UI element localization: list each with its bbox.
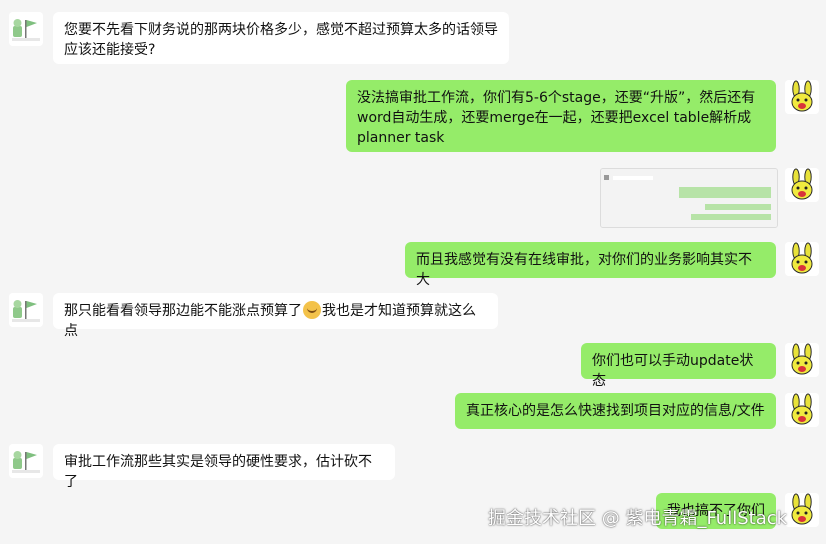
contact-avatar[interactable] xyxy=(9,293,43,327)
self-avatar[interactable] xyxy=(785,168,819,202)
self-avatar[interactable] xyxy=(785,393,819,427)
message-text: 审批工作流那些其实是领导的硬性要求，估计砍不了 xyxy=(64,454,372,490)
chat-screenshot-image xyxy=(601,169,777,227)
message-text-line: 应该还能接受? xyxy=(64,42,156,58)
message-text: 而且我感觉有没有在线审批，对你们的业务影响其实不大 xyxy=(416,252,752,288)
message-bubble-incoming[interactable]: 审批工作流那些其实是领导的硬性要求，估计砍不了 xyxy=(53,444,395,490)
message-text: 你们也可以手动update状态 xyxy=(592,353,754,389)
message-bubble-outgoing[interactable]: 你们也可以手动update状态 xyxy=(581,343,776,389)
contact-avatar[interactable] xyxy=(9,444,43,478)
rabbit-avatar-icon xyxy=(785,393,819,427)
flag-avatar-icon xyxy=(9,293,43,327)
self-avatar[interactable] xyxy=(785,493,819,527)
self-avatar[interactable] xyxy=(785,80,819,114)
message-text: 那只能看看领导那边能不能涨点预算了 xyxy=(64,303,302,319)
image-message-thumbnail[interactable] xyxy=(600,168,778,228)
message-bubble-outgoing[interactable]: 没法搞审批工作流，你们有5-6个stage，还要“升版”，然后还有 word自动… xyxy=(346,80,776,152)
message-bubble-incoming[interactable]: 您要不先看下财务说的那两块价格多少，感觉不超过预算太多的话领导 应该还能接受? xyxy=(53,12,509,64)
message-bubble-outgoing[interactable]: 而且我感觉有没有在线审批，对你们的业务影响其实不大 xyxy=(405,242,776,288)
message-text-line: word自动生成，还要merge在一起，还要把excel table解析成 xyxy=(357,110,752,126)
rabbit-avatar-icon xyxy=(785,242,819,276)
self-avatar[interactable] xyxy=(785,242,819,276)
message-bubble-outgoing[interactable]: 真正核心的是怎么快速找到项目对应的信息/文件 xyxy=(455,393,776,429)
rabbit-avatar-icon xyxy=(785,343,819,377)
message-text: 真正核心的是怎么快速找到项目对应的信息/文件 xyxy=(466,403,765,419)
rabbit-avatar-icon xyxy=(785,493,819,527)
message-text-line: planner task xyxy=(357,130,445,146)
message-text-line: 没法搞审批工作流，你们有5-6个stage，还要“升版”，然后还有 xyxy=(357,90,756,106)
message-text-line: 您要不先看下财务说的那两块价格多少，感觉不超过预算太多的话领导 xyxy=(64,22,498,38)
self-avatar[interactable] xyxy=(785,343,819,377)
facepalm-emoji-icon xyxy=(303,301,321,319)
rabbit-avatar-icon xyxy=(785,80,819,114)
watermark-text: 掘金技术社区 @ 紫电青霜_FullStack xyxy=(488,508,788,529)
rabbit-avatar-icon xyxy=(785,168,819,202)
flag-avatar-icon xyxy=(9,12,43,46)
message-bubble-incoming[interactable]: 那只能看看领导那边能不能涨点预算了 我也是才知道预算就这么点 xyxy=(53,293,498,339)
contact-avatar[interactable] xyxy=(9,12,43,46)
flag-avatar-icon xyxy=(9,444,43,478)
